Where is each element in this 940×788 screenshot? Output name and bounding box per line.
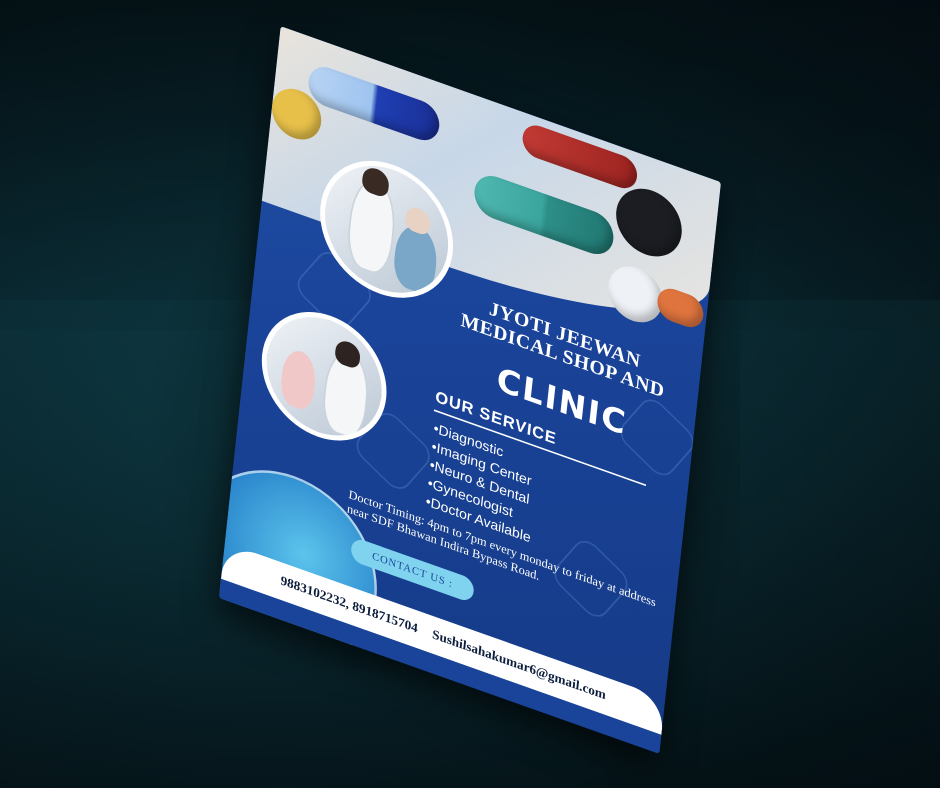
black-tablet	[612, 179, 685, 266]
teal-capsule	[472, 169, 616, 261]
child-figure	[279, 345, 318, 414]
orange-tablet	[655, 283, 705, 332]
white-tablet	[605, 258, 666, 331]
mockup-scene: JYOTI JEEWAN MEDICAL SHOP AND CLINIC OUR…	[0, 0, 940, 788]
